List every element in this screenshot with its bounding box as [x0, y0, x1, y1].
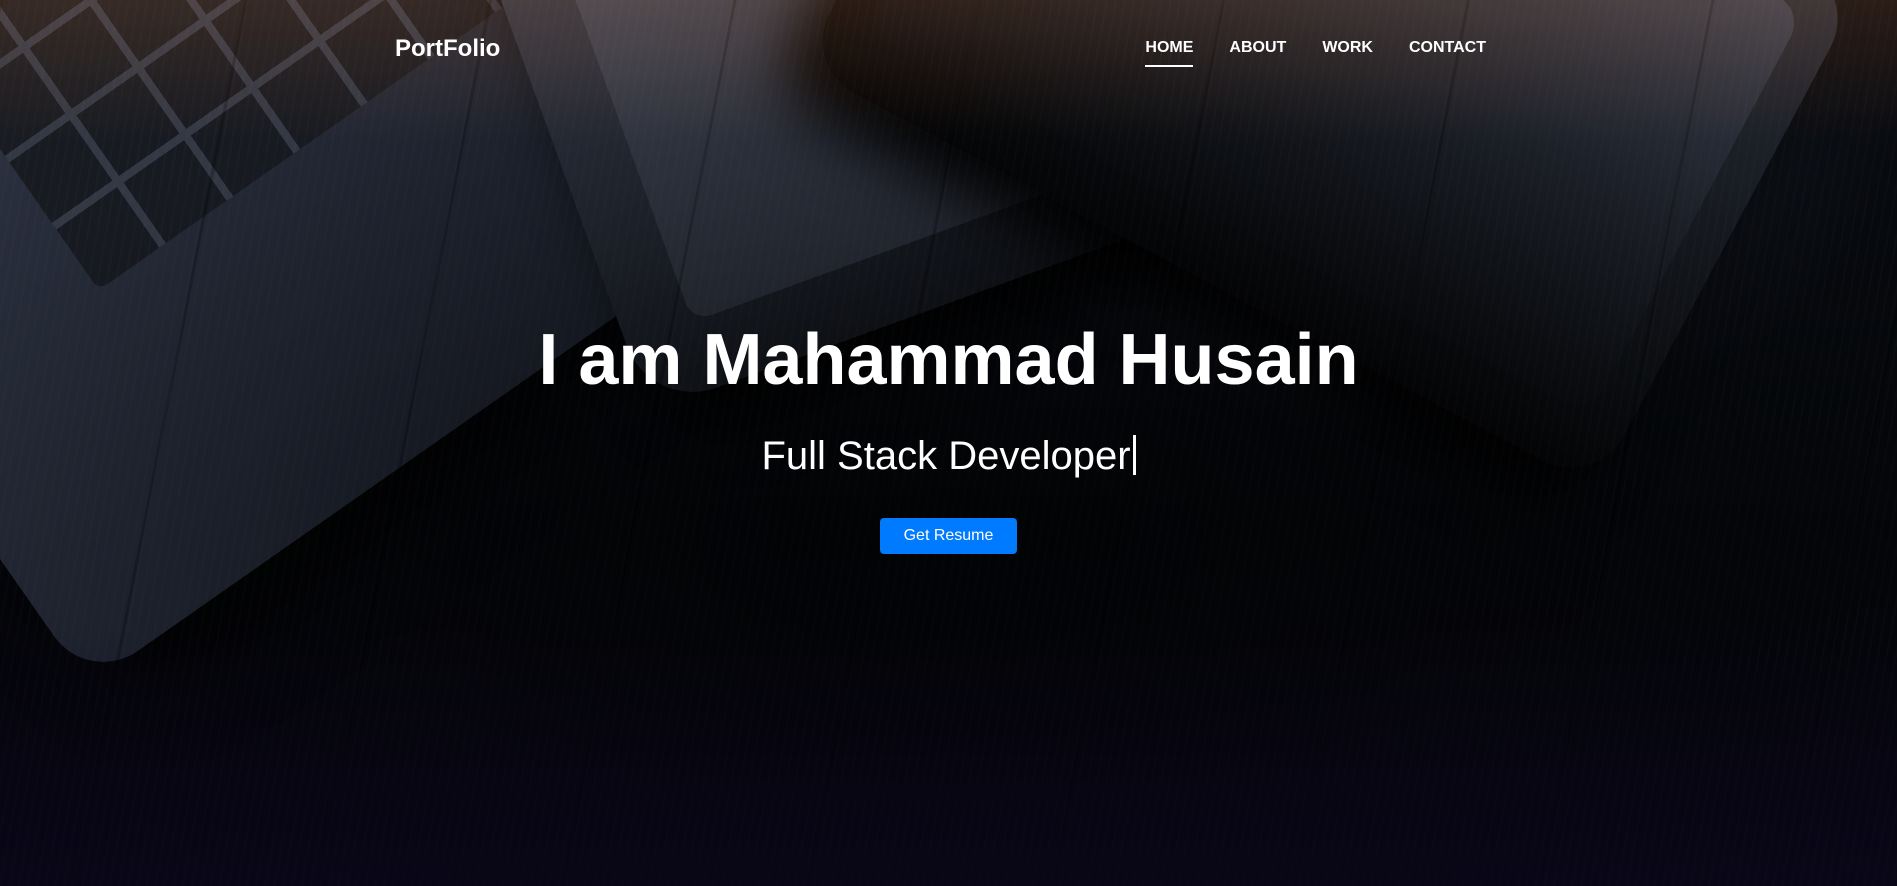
nav-link-about[interactable]: ABOUT [1229, 39, 1286, 67]
nav-link-contact[interactable]: CONTACT [1409, 39, 1486, 67]
hero-subtitle-wrapper: Full Stack Developer [0, 432, 1897, 480]
brand-logo[interactable]: PortFolio [395, 35, 500, 63]
typing-cursor [1132, 435, 1136, 475]
get-resume-button[interactable]: Get Resume [879, 518, 1018, 554]
nav-links: HOME ABOUT WORK CONTACT [1145, 39, 1486, 67]
hero-title: I am Mahammad Husain [538, 320, 1359, 400]
nav-link-home[interactable]: HOME [1145, 39, 1194, 67]
hero-content: I am Mahammad Husain Full Stack Develope… [0, 318, 1897, 554]
navbar: PortFolio HOME ABOUT WORK CONTACT [0, 0, 1897, 100]
hero-subtitle: Full Stack Developer [761, 434, 1131, 478]
nav-link-work[interactable]: WORK [1322, 39, 1373, 67]
hero-section: PortFolio HOME ABOUT WORK CONTACT I am M… [0, 0, 1897, 886]
